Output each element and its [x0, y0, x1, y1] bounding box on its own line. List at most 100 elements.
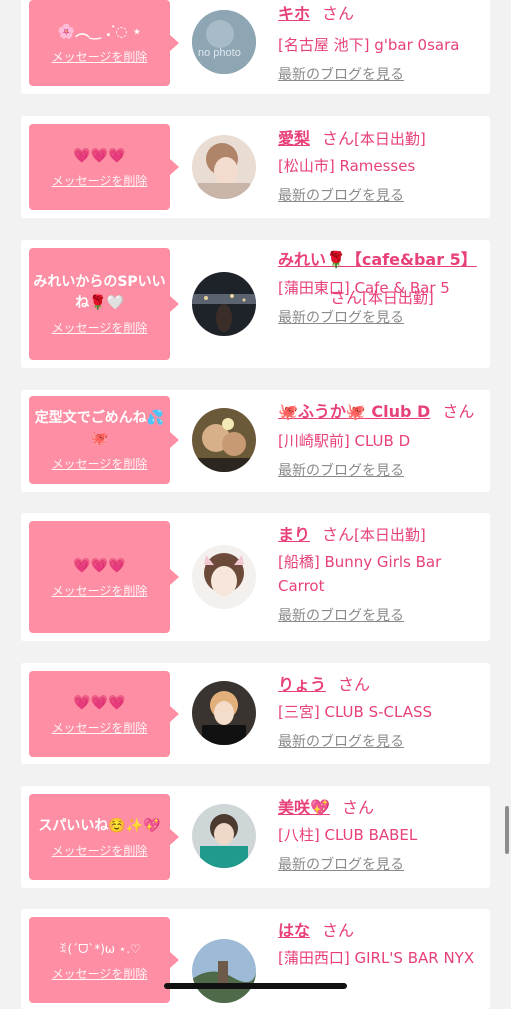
blog-link[interactable]: 最新のブログを見る: [278, 732, 488, 752]
delete-message-link[interactable]: メッセージを削除: [52, 966, 148, 982]
san-label: さん: [322, 4, 355, 23]
list-item: 🌸︵‿ .ᐝ◌ ⋆ メッセージを削除 no photo キホ さん [名古屋 池下…: [21, 0, 490, 94]
blog-link[interactable]: 最新のブログを見る: [278, 606, 488, 626]
avatar[interactable]: [192, 681, 256, 745]
delete-message-link[interactable]: メッセージを削除: [52, 173, 148, 189]
shop-name: [船橋] Bunny Girls Bar Carrot: [278, 553, 442, 595]
status-badge: [本日出勤]: [354, 130, 426, 148]
message-text: ꉂ(ˊᗜˋ*)ω ⋆.♡: [58, 941, 141, 956]
message-text: 💗💗💗: [73, 557, 126, 574]
cast-name-link[interactable]: みれい🌹【cafe&bar 5】: [278, 248, 488, 272]
no-photo-icon: no photo: [192, 10, 256, 74]
delete-message-link[interactable]: メッセージを削除: [52, 843, 148, 859]
svg-text:no photo: no photo: [198, 47, 241, 59]
cast-name-link[interactable]: 美咲💖: [278, 798, 330, 817]
shop-name: [川崎駅前] CLUB D: [278, 432, 411, 450]
list-item: みれいからのSPいいね🌹🤍 メッセージを削除 みれい🌹【cafe&bar 5】 …: [21, 240, 490, 368]
avatar[interactable]: no photo: [192, 10, 256, 74]
list-item: 💗💗💗 メッセージを削除 りょう さん [三宮] CLUB S-CLASS 最新の…: [21, 663, 490, 764]
cast-info: はな さん [蒲田西口] GIRL'S BAR NYX: [278, 917, 488, 970]
shop-name: [名古屋 池下] g'bar 0sara: [278, 36, 460, 54]
shop-name: [蒲田西口] GIRL'S BAR NYX: [278, 949, 475, 967]
blog-link[interactable]: 最新のブログを見る: [278, 461, 493, 481]
cast-name-link[interactable]: まり: [278, 525, 310, 544]
blog-link[interactable]: 最新のブログを見る: [278, 308, 488, 328]
message-text: 定型文でごめんね💦🐙: [34, 410, 165, 447]
message-box: みれいからのSPいいね🌹🤍 メッセージを削除: [29, 248, 170, 360]
message-text: 💗💗💗: [73, 694, 126, 711]
list-item: ꉂ(ˊᗜˋ*)ω ⋆.♡ メッセージを削除 はな さん [蒲田西口] GIRL'S…: [21, 909, 490, 1009]
delete-message-link[interactable]: メッセージを削除: [52, 49, 148, 65]
avatar-photo: [192, 804, 256, 868]
avatar[interactable]: [192, 408, 256, 472]
pointer-arrow: [170, 159, 179, 175]
cast-info: 愛梨 さん[本日出勤] [松山市] Ramesses 最新のブログを見る: [278, 125, 488, 206]
cast-info: まり さん[本日出勤] [船橋] Bunny Girls Bar Carrot 最…: [278, 521, 488, 626]
list-item: スパいいね☺️✨💖 メッセージを削除 美咲💖 さん [八柱] CLUB BABEL…: [21, 786, 490, 888]
blog-link[interactable]: 最新のブログを見る: [278, 186, 488, 206]
message-box: ꉂ(ˊᗜˋ*)ω ⋆.♡ メッセージを削除: [29, 917, 170, 1003]
pointer-arrow: [170, 829, 179, 845]
avatar-photo: [192, 408, 256, 472]
list-item: 定型文でごめんね💦🐙 メッセージを削除 🐙ふうか🐙 Club D さん [川崎駅前…: [21, 390, 490, 492]
pointer-arrow: [170, 952, 179, 968]
cast-name-link[interactable]: はな: [278, 921, 310, 940]
avatar[interactable]: [192, 135, 256, 199]
shop-name: [松山市] Ramesses: [278, 157, 416, 175]
message-text: みれいからのSPいいね🌹🤍: [33, 274, 166, 311]
san-label: さん: [322, 525, 355, 544]
cast-info: キホ さん [名古屋 池下] g'bar 0sara 最新のブログを見る: [278, 0, 488, 85]
blog-link[interactable]: 最新のブログを見る: [278, 65, 488, 85]
avatar[interactable]: [192, 272, 256, 336]
pointer-arrow: [170, 569, 179, 585]
delete-message-link[interactable]: メッセージを削除: [52, 456, 148, 472]
cast-info: 🐙ふうか🐙 Club D さん [川崎駅前] CLUB D 最新のブログを見る: [278, 398, 493, 481]
message-box: 💗💗💗 メッセージを削除: [29, 521, 170, 633]
message-text: 🌸︵‿ .ᐝ◌ ⋆: [57, 23, 142, 40]
shop-name: [三宮] CLUB S-CLASS: [278, 703, 433, 721]
cast-name-link[interactable]: 🐙ふうか🐙 Club D: [278, 402, 430, 421]
pointer-arrow: [170, 706, 179, 722]
san-label: さん: [338, 675, 371, 694]
delete-message-link[interactable]: メッセージを削除: [52, 583, 148, 599]
message-box: スパいいね☺️✨💖 メッセージを削除: [29, 794, 170, 880]
cast-info: 美咲💖 さん [八柱] CLUB BABEL 最新のブログを見る: [278, 794, 488, 875]
list-item: 💗💗💗 メッセージを削除 まり さん[本日出勤] [船橋] Bunny Girls…: [21, 513, 490, 641]
avatar-photo: [192, 939, 256, 1003]
message-box: 💗💗💗 メッセージを削除: [29, 124, 170, 210]
scrollbar[interactable]: [505, 806, 509, 854]
message-text: 💗💗💗: [73, 147, 126, 164]
san-label: さん: [322, 129, 355, 148]
delete-message-link[interactable]: メッセージを削除: [52, 720, 148, 736]
san-label: さん: [330, 288, 363, 307]
avatar-photo: [192, 135, 256, 199]
avatar-photo: [192, 545, 256, 609]
message-text: スパいいね☺️✨💖: [38, 817, 161, 834]
shop-name: [八柱] CLUB BABEL: [278, 826, 418, 844]
status-badge: [本日出勤]: [362, 289, 434, 307]
status-badge: [本日出勤]: [354, 526, 426, 544]
avatar[interactable]: [192, 545, 256, 609]
pointer-arrow: [170, 35, 179, 51]
message-box: 定型文でごめんね💦🐙 メッセージを削除: [29, 396, 170, 484]
cast-name-link[interactable]: りょう: [278, 675, 326, 694]
cast-info: みれい🌹【cafe&bar 5】 さん[本日出勤] [蒲田東口] Cafe & …: [278, 248, 488, 328]
cast-name-link[interactable]: キホ: [278, 4, 310, 23]
message-box: 💗💗💗 メッセージを削除: [29, 671, 170, 757]
avatar-photo: [192, 681, 256, 745]
pointer-arrow: [170, 432, 179, 448]
pointer-arrow: [170, 296, 179, 312]
list-item: 💗💗💗 メッセージを削除 愛梨 さん[本日出勤] [松山市] Ramesses 最…: [21, 116, 490, 218]
cast-info: りょう さん [三宮] CLUB S-CLASS 最新のブログを見る: [278, 671, 488, 752]
avatar[interactable]: [192, 804, 256, 868]
avatar-photo: [192, 272, 256, 336]
san-label: さん: [442, 402, 475, 421]
san-label: さん: [322, 921, 355, 940]
delete-message-link[interactable]: メッセージを削除: [52, 320, 148, 336]
cast-name-link[interactable]: 愛梨: [278, 129, 310, 148]
blog-link[interactable]: 最新のブログを見る: [278, 855, 488, 875]
message-box: 🌸︵‿ .ᐝ◌ ⋆ メッセージを削除: [29, 0, 170, 86]
san-label: さん: [341, 798, 374, 817]
home-indicator[interactable]: [164, 983, 347, 989]
avatar[interactable]: [192, 939, 256, 1003]
